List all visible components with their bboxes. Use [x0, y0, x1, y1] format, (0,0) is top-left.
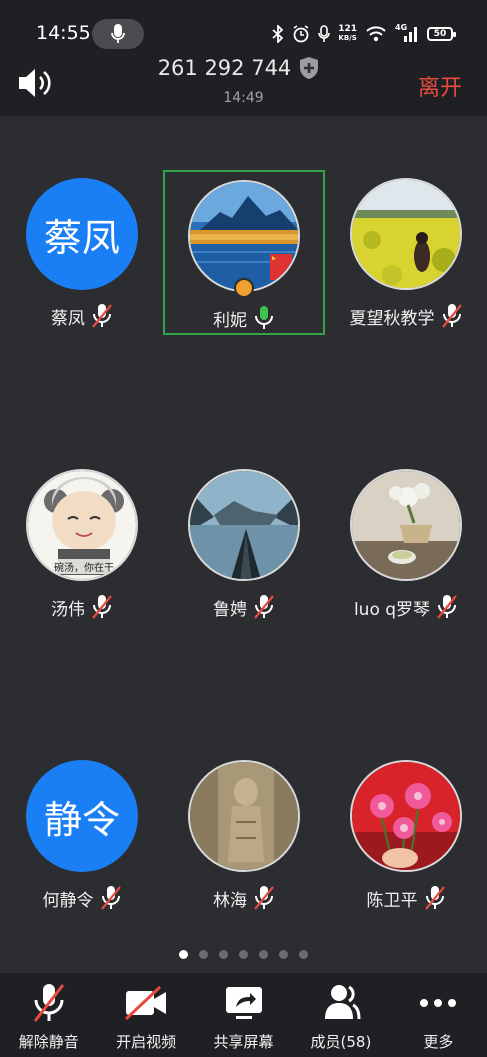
pink-flowers-avatar-image [352, 762, 460, 870]
members-icon [324, 985, 361, 1020]
mic-muted-icon [254, 595, 274, 619]
share-screen-label: 共享屏幕 [213, 1033, 274, 1051]
start-video-button[interactable]: 开启视频 [97, 973, 194, 1057]
members-label: 成员(58) [310, 1033, 372, 1051]
mic-active-icon [255, 306, 273, 329]
avatar: 碗汤，你在干 [26, 469, 138, 581]
share-screen-button[interactable]: 共享屏幕 [195, 973, 292, 1057]
page-indicator[interactable] [0, 950, 487, 962]
status-time: 14:55 [36, 22, 91, 44]
host-badge-icon [234, 278, 254, 298]
participant-name: luo q罗琴 [353, 599, 431, 620]
battery-icon: 50 [427, 27, 456, 41]
more-dots-icon [420, 999, 457, 1007]
participant-name: 鲁娉 [213, 599, 247, 620]
avatar [188, 469, 300, 581]
page-dot[interactable] [219, 950, 228, 959]
participant-tile[interactable]: 夏望秋教学 [325, 170, 487, 335]
participant-tile[interactable]: 陈卫平 [325, 752, 487, 917]
share-screen-icon [225, 987, 262, 1019]
participant-name-row: luo q罗琴 [325, 594, 487, 620]
video-off-icon [125, 985, 167, 1021]
avatar: 蔡凤 [26, 178, 138, 290]
battery-level: 50 [433, 29, 447, 39]
cellular-signal: 4G [395, 23, 419, 43]
avatar [350, 760, 462, 872]
participant-name: 汤伟 [51, 599, 85, 620]
participant-name: 陈卫平 [366, 890, 418, 911]
participant-name-row: 鲁娉 [163, 594, 325, 620]
avatar [350, 469, 462, 581]
participant-name: 夏望秋教学 [349, 308, 435, 329]
bottom-toolbar: 解除静音 开启视频 共享屏幕 成员(58) 更多 [0, 973, 487, 1057]
network-type: 4G [395, 23, 408, 32]
lake-boat-avatar-image [190, 471, 298, 579]
page-dot-active[interactable] [179, 950, 188, 959]
landscape-avatar-image [190, 182, 298, 290]
mic-muted-icon [92, 304, 112, 328]
participant-name-row: 林海 [163, 885, 325, 911]
participant-tile[interactable]: 林海 [163, 752, 325, 917]
page-dot[interactable] [199, 950, 208, 959]
participant-name: 林海 [213, 890, 247, 911]
more-label: 更多 [423, 1033, 454, 1051]
avatar [188, 180, 300, 292]
participant-name-row: 利妮 [165, 305, 323, 331]
mic-status-icon [318, 25, 331, 42]
participant-tile[interactable]: 碗汤，你在干 汤伟 [1, 461, 163, 626]
unmute-label: 解除静音 [18, 1033, 79, 1051]
net-speed: 121 KB/S [338, 25, 357, 43]
flower-field-avatar-image [352, 180, 460, 288]
page-dot[interactable] [279, 950, 288, 959]
meeting-id[interactable]: 261 292 744 [0, 56, 487, 80]
mic-muted-icon [437, 595, 457, 619]
mic-muted-icon [254, 886, 274, 910]
more-button[interactable]: 更多 [390, 973, 487, 1057]
participant-name-row: 夏望秋教学 [325, 303, 487, 329]
mic-muted-icon [92, 595, 112, 619]
participant-tile[interactable]: 蔡凤 蔡凤 [1, 170, 163, 335]
mic-muted-icon [100, 886, 121, 910]
avatar [350, 178, 462, 290]
participant-name-row: 陈卫平 [325, 885, 487, 911]
alarm-icon [293, 25, 309, 43]
participant-tile[interactable]: 静令 何静令 [1, 752, 163, 917]
meeting-header: 261 292 744 14:49 离开 [0, 50, 487, 116]
tea-flowers-avatar-image [352, 471, 460, 579]
bluetooth-icon [272, 25, 284, 43]
stone-relief-avatar-image [190, 762, 298, 870]
recording-mic-indicator[interactable] [92, 19, 144, 49]
unmute-button[interactable]: 解除静音 [0, 973, 97, 1057]
avatar [188, 760, 300, 872]
shield-plus-icon[interactable] [298, 56, 320, 80]
start-video-label: 开启视频 [116, 1033, 177, 1051]
participant-name: 蔡凤 [51, 308, 85, 329]
microphone-icon [111, 24, 125, 43]
leave-button[interactable]: 离开 [418, 70, 462, 102]
members-button[interactable]: 成员(58) [292, 973, 389, 1057]
net-speed-unit: KB/S [338, 34, 357, 42]
meeting-duration: 14:49 [223, 90, 264, 106]
participant-name: 利妮 [213, 310, 247, 331]
participant-tile[interactable]: 鲁娉 [163, 461, 325, 626]
participant-tile[interactable]: luo q罗琴 [325, 461, 487, 626]
net-speed-value: 121 [338, 24, 357, 34]
page-dot[interactable] [239, 950, 248, 959]
page-dot[interactable] [259, 950, 268, 959]
avatar-caption: 碗汤，你在干 [28, 559, 136, 574]
mic-muted-icon [441, 304, 462, 328]
participant-name-row: 汤伟 [1, 594, 163, 620]
wifi-icon [366, 26, 386, 42]
participant-name-row: 蔡凤 [1, 303, 163, 329]
participant-tile-active[interactable]: 利妮 [163, 170, 325, 335]
participant-name: 何静令 [42, 890, 94, 911]
mic-muted-icon [424, 886, 445, 910]
page-dot[interactable] [299, 950, 308, 959]
avatar: 静令 [26, 760, 138, 872]
status-icons: 121 KB/S 4G 50 [272, 22, 456, 46]
participant-name-row: 何静令 [1, 885, 163, 911]
mic-muted-icon [33, 984, 64, 1022]
